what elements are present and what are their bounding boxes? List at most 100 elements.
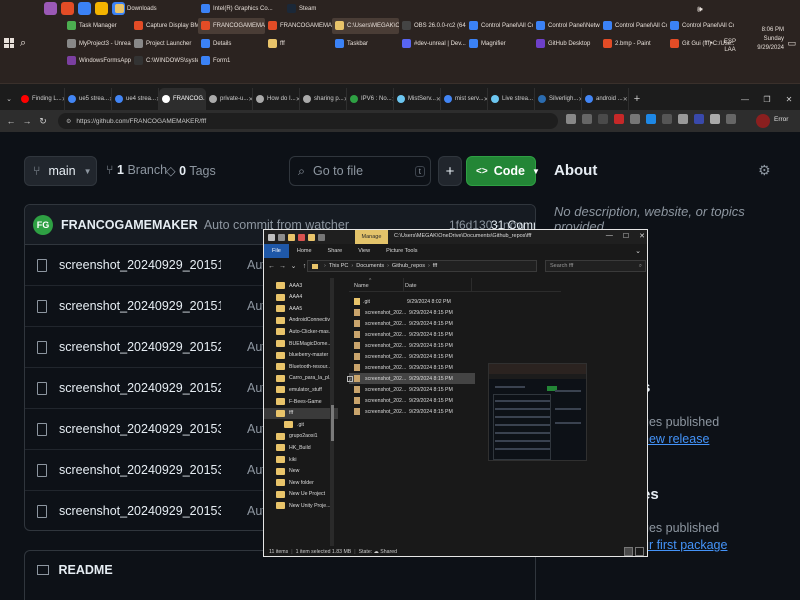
close-icon[interactable]: ✕ bbox=[778, 95, 800, 104]
forward-icon[interactable]: → bbox=[19, 116, 35, 126]
file-name-link[interactable]: screenshot_20240929_201530.b... bbox=[59, 422, 221, 436]
minimize-icon[interactable]: — bbox=[734, 95, 756, 104]
file-list-row[interactable]: screenshot_202... 9/29/2024 8:15 PM bbox=[349, 384, 475, 395]
taskbar-window-button[interactable]: WindowsFormsApp13 - ... bbox=[64, 53, 131, 69]
pinned-app-icon[interactable] bbox=[78, 2, 91, 15]
gear-icon[interactable]: ⚙ bbox=[758, 162, 771, 179]
nav-tree-item[interactable]: Carro_para_la_pl... bbox=[276, 373, 338, 384]
dropdown-icon[interactable] bbox=[318, 233, 325, 241]
taskbar-window-button[interactable]: 2.bmp - Paint bbox=[600, 36, 667, 52]
browser-tab[interactable]: FRANCOG...✕ bbox=[159, 88, 206, 110]
taskbar-window-button[interactable]: C:\Users\MEGAK\One... bbox=[332, 17, 399, 34]
file-name-link[interactable]: screenshot_20240929_201539.b... bbox=[59, 504, 221, 518]
nav-tree-item[interactable]: blueberry-master bbox=[276, 350, 338, 361]
extension-icon[interactable] bbox=[694, 114, 704, 124]
taskbar-window-button[interactable]: Control Panel\All Cont... bbox=[466, 18, 533, 34]
nav-tree-item[interactable]: New folder bbox=[276, 477, 338, 488]
extension-icon[interactable] bbox=[630, 114, 640, 124]
back-icon[interactable]: ← bbox=[3, 116, 19, 126]
nav-tree-item[interactable]: AAA3 bbox=[276, 280, 338, 291]
add-file-button[interactable]: + bbox=[438, 156, 462, 186]
nav-tree-item[interactable]: Auto-Clicker-mas... bbox=[276, 326, 338, 337]
new-tab-button[interactable]: + bbox=[629, 88, 645, 110]
breadcrumb-fff[interactable]: fff bbox=[433, 263, 437, 269]
properties-icon[interactable] bbox=[278, 233, 285, 241]
browser-tab[interactable]: private-u... ✕ bbox=[206, 88, 253, 110]
nav-tree-item[interactable]: BUEMagicDome... bbox=[276, 338, 338, 349]
taskbar-window-button[interactable]: OBS 26.0.0-rc2 (64... bbox=[399, 18, 466, 34]
taskbar-window-button[interactable]: Taskbar bbox=[332, 36, 399, 52]
column-header-name[interactable]: Name bbox=[354, 283, 369, 289]
browser-tab[interactable]: IPV6 : No...✕ bbox=[347, 88, 394, 110]
browser-tab[interactable]: ue4 strea...✕ bbox=[112, 88, 159, 110]
bookmark-icon[interactable] bbox=[582, 114, 592, 124]
taskbar-window-button[interactable]: C:\WINDOWS\system... bbox=[131, 53, 198, 69]
taskbar-window-button[interactable]: Form1 bbox=[198, 53, 265, 69]
nav-tree-item[interactable]: New Ue Project bbox=[276, 489, 338, 500]
taskbar-window-button[interactable]: fff bbox=[265, 36, 332, 52]
file-name-link[interactable]: screenshot_20240929_201518.b... bbox=[59, 299, 221, 313]
ribbon-tab-picture-tools[interactable]: Picture Tools bbox=[378, 244, 425, 258]
file-list-row[interactable]: screenshot_202... 9/29/2024 8:15 PM bbox=[349, 351, 475, 362]
delete-icon[interactable] bbox=[298, 233, 305, 241]
go-to-file-input[interactable]: ⌕ Go to file t bbox=[289, 156, 431, 186]
profile-status[interactable]: Error bbox=[774, 116, 788, 123]
tab-close-icon[interactable]: ✕ bbox=[623, 96, 628, 103]
side-panel-icon[interactable] bbox=[726, 114, 736, 124]
language-indicator[interactable]: ESP LAA bbox=[724, 38, 736, 54]
folder-icon[interactable] bbox=[308, 233, 315, 241]
file-name-link[interactable]: screenshot_20240929_201534.b... bbox=[59, 463, 221, 477]
file-list-row[interactable]: screenshot_202... 9/29/2024 8:15 PM bbox=[349, 362, 475, 373]
tab-search-icon[interactable]: ⌄ bbox=[0, 88, 18, 110]
column-header-date[interactable]: Date bbox=[405, 283, 417, 289]
details-view-icon[interactable] bbox=[624, 547, 633, 556]
volume-icon[interactable]: 🕪 bbox=[697, 4, 703, 15]
taskbar-window-button[interactable]: Control Panel\All Cont... bbox=[600, 18, 667, 34]
tags-link[interactable]: ◇ 0 Tags bbox=[166, 163, 216, 178]
file-list-row[interactable]: screenshot_202... 9/29/2024 8:15 PM bbox=[349, 340, 475, 351]
column-divider[interactable] bbox=[471, 278, 472, 292]
browser-tab[interactable]: android ... ✕ bbox=[582, 88, 629, 110]
expand-ribbon-icon[interactable]: ⌄ bbox=[635, 247, 641, 255]
nav-tree-item[interactable]: Bluetooth-resour... bbox=[276, 361, 338, 372]
taskbar-window-button[interactable]: Intel(R) Graphics Co... bbox=[198, 1, 284, 17]
nav-tree-item[interactable]: AAA5 bbox=[276, 303, 338, 314]
file-list-row[interactable]: screenshot_202... 9/29/2024 8:15 PM bbox=[349, 395, 475, 406]
extension-icon[interactable] bbox=[646, 114, 656, 124]
navigation-scroll-thumb[interactable] bbox=[331, 405, 334, 441]
extension-icon[interactable] bbox=[678, 114, 688, 124]
taskbar-window-button[interactable]: #dev-unreal | Dev... bbox=[399, 36, 466, 52]
close-icon[interactable]: ✕ bbox=[639, 232, 645, 240]
puzzle-icon[interactable] bbox=[710, 114, 720, 124]
notification-icon[interactable]: ▭ bbox=[787, 38, 796, 49]
nav-tree-item[interactable]: New Unity Proje... bbox=[276, 500, 338, 511]
taskbar-window-button[interactable]: Task Manager bbox=[64, 18, 131, 34]
explorer-search-input[interactable]: Search fff ⌕ bbox=[545, 260, 646, 272]
author-avatar[interactable]: FG bbox=[33, 214, 53, 235]
code-button[interactable]: <> Code ▼ bbox=[466, 156, 540, 186]
taskbar-window-button[interactable]: Downloads bbox=[112, 1, 198, 17]
taskbar-window-button[interactable]: Details bbox=[198, 36, 265, 52]
publish-package-link[interactable]: ur first package bbox=[642, 538, 727, 552]
nav-tree-item[interactable]: AAA4 bbox=[276, 292, 338, 303]
file-list-row[interactable]: .git 9/29/2024 8:02 PM bbox=[349, 296, 475, 307]
nav-tree-item[interactable]: New bbox=[276, 466, 338, 477]
browser-tab[interactable]: Live strea...✕ bbox=[488, 88, 535, 110]
minimize-icon[interactable]: — bbox=[606, 232, 613, 240]
taskbar-window-button[interactable]: FRANCOGAMEMAKE... bbox=[198, 17, 265, 34]
extension-icon[interactable] bbox=[662, 114, 672, 124]
branches-link[interactable]: ⑂ 1 Branch bbox=[106, 163, 167, 177]
explorer-title-bar[interactable]: Manage C:\Users\MEGAK\OneDrive\Documents… bbox=[264, 230, 647, 244]
taskbar-window-button[interactable]: Project Launcher bbox=[131, 36, 198, 52]
reload-icon[interactable]: ↻ bbox=[35, 116, 51, 127]
nav-tree-item[interactable]: F-Bees-Game bbox=[276, 396, 338, 407]
taskbar-window-button[interactable]: MyProject3 - Unreal ... bbox=[64, 36, 131, 52]
readme-title[interactable]: README bbox=[58, 563, 112, 577]
nav-tree-item[interactable]: grupo2aosi1 bbox=[276, 431, 338, 442]
clock[interactable]: 8:06 PM Sunday 9/29/2024 bbox=[757, 26, 784, 53]
breadcrumb-documents[interactable]: Documents bbox=[356, 263, 384, 269]
taskbar-window-button[interactable]: GitHub Desktop bbox=[533, 36, 600, 52]
pinned-app-icon[interactable] bbox=[61, 2, 74, 15]
nav-tree-item[interactable]: emulator_stuff bbox=[276, 384, 338, 395]
manage-tab[interactable]: Manage bbox=[355, 230, 388, 244]
